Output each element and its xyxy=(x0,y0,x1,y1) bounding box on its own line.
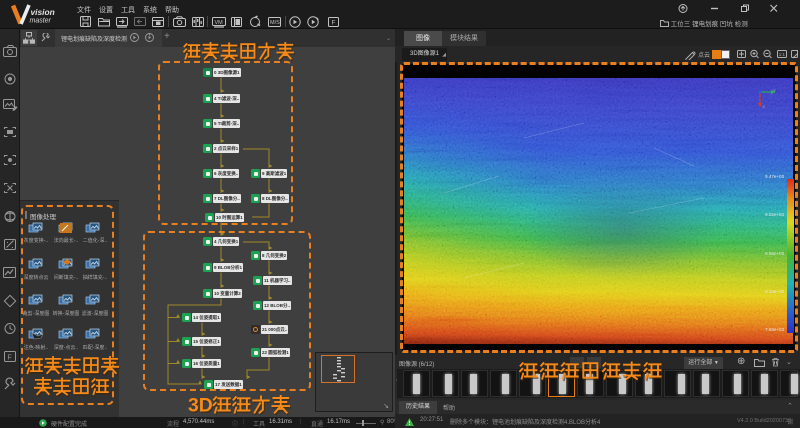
svg-text:3D: 3D xyxy=(188,395,213,416)
